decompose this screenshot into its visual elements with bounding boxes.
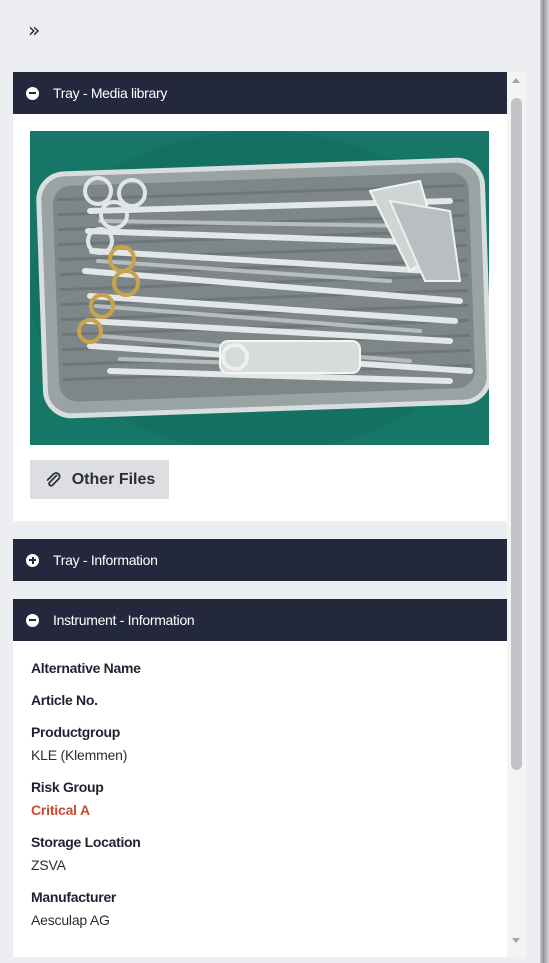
risk-group-value: Critical A	[31, 802, 90, 818]
field-value: ZSVA	[31, 857, 66, 873]
field-label: Manufacturer	[31, 889, 117, 905]
media-library-title: Tray - Media library	[53, 85, 168, 101]
field-label: Article No.	[31, 692, 98, 708]
field-label: Storage Location	[31, 834, 141, 850]
field-label: Risk Group	[31, 779, 104, 795]
scroll-down-arrow-icon[interactable]	[512, 938, 520, 943]
minus-circle-icon[interactable]	[26, 86, 39, 100]
media-library-header[interactable]: Tray - Media library	[13, 72, 507, 114]
field-label: Productgroup	[31, 724, 120, 740]
instrument-information-title: Instrument - Information	[53, 612, 195, 628]
scrollbar-thumb[interactable]	[511, 98, 522, 770]
other-files-button[interactable]: Other Files	[30, 460, 169, 499]
paperclip-icon	[46, 471, 61, 487]
other-files-label: Other Files	[71, 470, 156, 488]
surgical-tray-image	[30, 131, 489, 445]
tray-information-title: Tray - Information	[53, 552, 158, 568]
media-library-panel: Other Files	[13, 114, 507, 521]
vertical-scrollbar[interactable]	[507, 72, 526, 957]
field-label: Alternative Name	[31, 660, 141, 676]
expand-panel-icon[interactable]: »	[28, 18, 50, 42]
minus-circle-icon[interactable]	[26, 613, 39, 627]
field-manufacturer: Manufacturer Aesculap AG	[31, 888, 507, 929]
field-productgroup: Productgroup KLE (Klemmen)	[31, 723, 507, 764]
field-value: Aesculap AG	[31, 912, 110, 928]
window-edge	[540, 0, 549, 963]
field-value: KLE (Klemmen)	[31, 747, 128, 763]
field-storage-location: Storage Location ZSVA	[31, 833, 507, 874]
plus-circle-icon[interactable]	[26, 553, 39, 567]
tray-information-header[interactable]: Tray - Information	[13, 539, 507, 581]
details-scroll-area[interactable]: Tray - Media library Other Files Tray - …	[13, 72, 507, 957]
tray-photo[interactable]	[30, 131, 489, 445]
instrument-information-header[interactable]: Instrument - Information	[13, 599, 507, 641]
instrument-information-panel: Alternative Name Article No. Productgrou…	[13, 641, 507, 957]
field-article-no: Article No.	[31, 691, 507, 709]
field-risk-group: Risk Group Critical A	[31, 778, 507, 819]
field-alternative-name: Alternative Name	[31, 659, 507, 677]
scroll-up-arrow-icon[interactable]	[512, 78, 520, 83]
